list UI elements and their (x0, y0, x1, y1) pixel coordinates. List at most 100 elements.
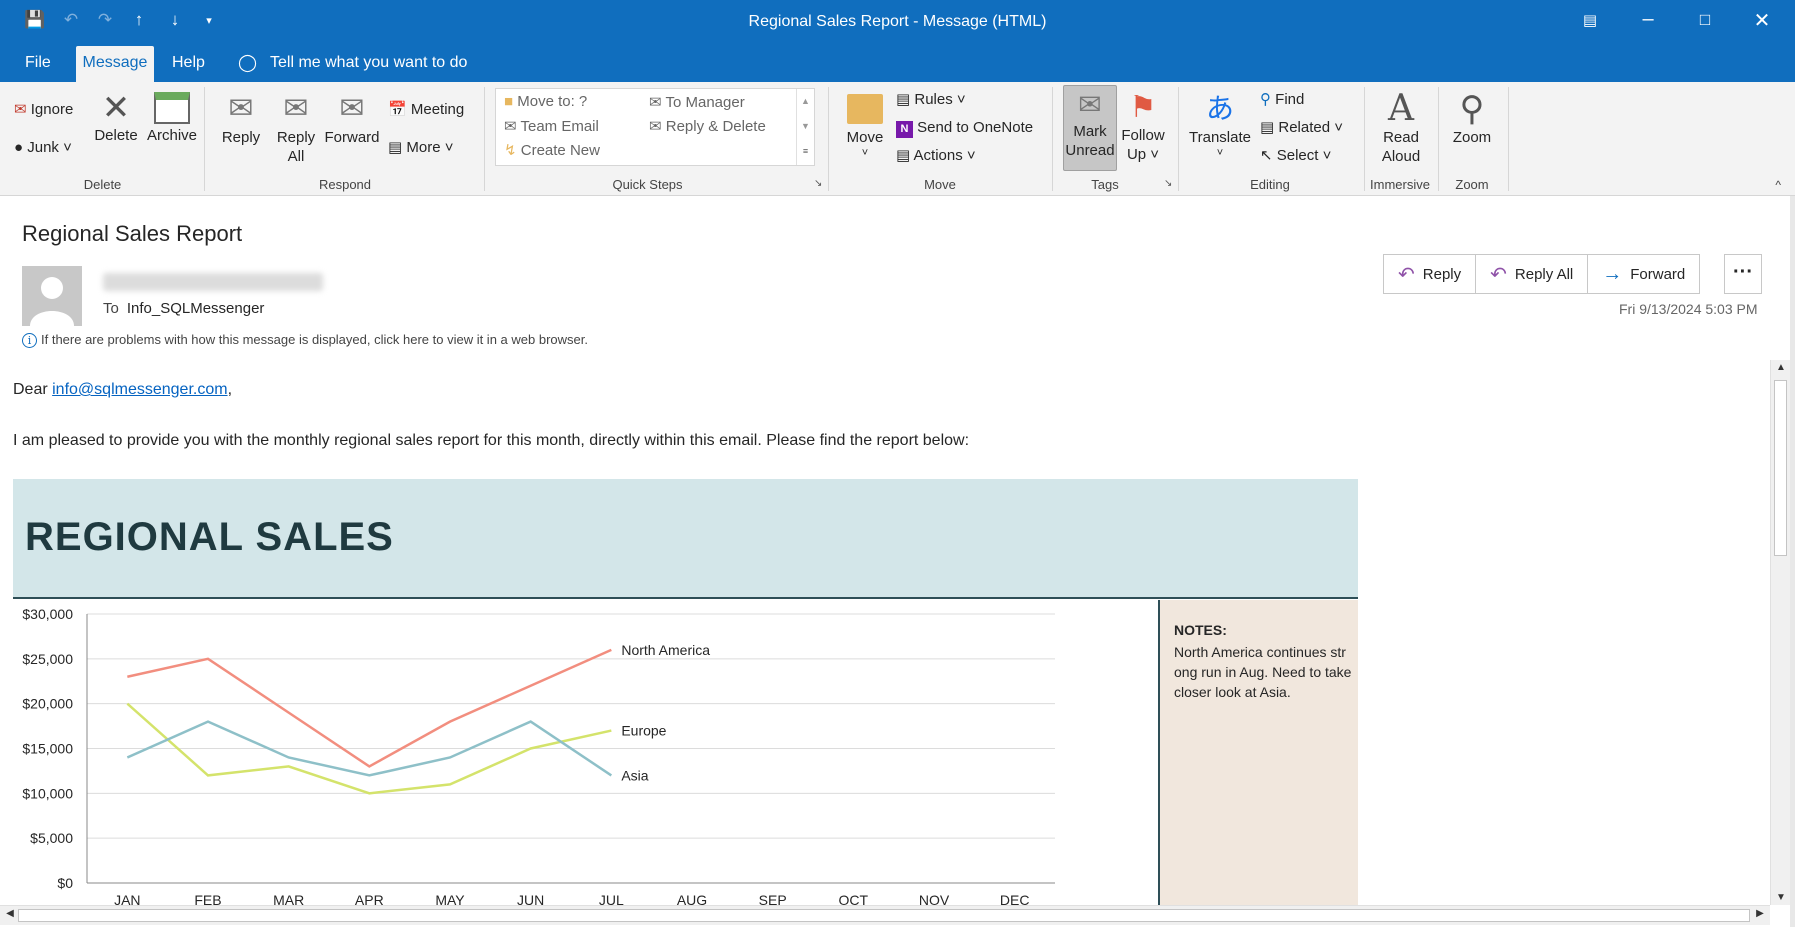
expand-gallery-icon[interactable]: ≡ (797, 139, 814, 163)
move-button[interactable]: Move ˅ (840, 90, 890, 159)
mark-unread-button[interactable]: ✉ Mark Unread (1063, 85, 1117, 171)
find-button[interactable]: ⚲ Find (1260, 90, 1304, 109)
x-tick-label: MAR (273, 892, 304, 905)
read-aloud-button[interactable]: A Read Aloud (1370, 90, 1432, 166)
meeting-button[interactable]: 📅 Meeting (388, 100, 464, 119)
y-tick-label: $30,000 (22, 606, 73, 622)
close-icon[interactable]: ✕ (1742, 8, 1782, 33)
zoom-icon: ⚲ (1459, 90, 1485, 128)
sent-date: Fri 9/13/2024 5:03 PM (1619, 301, 1758, 317)
forward-mail-icon: ✉ (649, 94, 662, 111)
window-edge (1790, 196, 1795, 927)
scroll-up-icon[interactable]: ▲ (797, 89, 814, 114)
email-link[interactable]: info@sqlmessenger.com (52, 381, 227, 398)
reply-arrow-icon: ↶ (1398, 263, 1415, 286)
quick-step-create-new[interactable]: ↯ Create New (504, 141, 600, 159)
tab-message[interactable]: Message (76, 46, 154, 82)
actions-button[interactable]: ▤ Actions ˅ (896, 146, 976, 165)
folder-icon: ■ (504, 93, 514, 110)
sales-chart: $0 $5,000 $10,000 $15,000 $20,000 $25,000 $30,… (13, 600, 1158, 908)
maximize-icon[interactable]: □ (1685, 10, 1725, 30)
reply-button[interactable]: ✉ Reply (216, 90, 266, 147)
vertical-scrollbar[interactable]: ▲ ▼ (1770, 360, 1790, 905)
sender-address-redacted (103, 273, 323, 291)
quick-step-reply-delete[interactable]: ✉ Reply & Delete (649, 117, 766, 135)
x-tick-label: DEC (1000, 892, 1030, 905)
onenote-icon: N (896, 121, 913, 138)
related-button[interactable]: ▤ Related ˅ (1260, 118, 1343, 137)
minimize-icon[interactable]: – (1628, 8, 1668, 31)
tell-me-search[interactable]: Tell me what you want to do (270, 54, 467, 72)
translate-button[interactable]: あ Translate ˅ (1186, 90, 1254, 159)
series-label: Asia (621, 767, 648, 783)
reply-all-button[interactable]: ✉ Reply All (270, 90, 322, 166)
horizontal-scroll-thumb[interactable] (18, 909, 1750, 922)
separator (484, 87, 485, 191)
tab-help[interactable]: Help (172, 54, 205, 72)
forward-button[interactable]: ✉ Forward (324, 90, 380, 147)
ignore-button[interactable]: ✉ Ignore (14, 100, 73, 119)
series-label: North America (621, 642, 710, 658)
separator (828, 87, 829, 191)
select-button[interactable]: ↖ Select ˅ (1260, 146, 1331, 165)
scroll-down-icon[interactable]: ▼ (797, 114, 814, 139)
lightning-icon: ↯ (504, 142, 517, 159)
collapse-ribbon-icon[interactable]: ^ (1775, 178, 1781, 192)
mark-unread-icon: ✉ (1078, 89, 1102, 120)
delete-button[interactable]: ✕ Delete (92, 90, 140, 145)
rules-button[interactable]: ▤ Rules ˅ (896, 90, 966, 109)
vertical-scroll-thumb[interactable] (1774, 380, 1787, 556)
title-bar: 💾 ↶ ↷ ↑ ↓ ▾ Regional Sales Report - Mess… (0, 0, 1795, 46)
notes-title: NOTES: (1174, 622, 1227, 638)
y-tick-label: $20,000 (22, 696, 73, 712)
avatar (22, 266, 82, 326)
follow-up-button[interactable]: ⚑ Follow Up ˅ (1118, 90, 1168, 164)
tab-file[interactable]: File (25, 54, 51, 72)
x-tick-label: MAY (435, 892, 465, 905)
dialog-launcher-icon[interactable]: ↘ (814, 178, 822, 189)
zoom-button[interactable]: ⚲ Zoom (1446, 90, 1498, 147)
delete-group-label: Delete (83, 177, 122, 192)
x-tick-label: SEP (759, 892, 787, 905)
reply-icon: ✉ (228, 92, 254, 125)
more-icon: ▤ (388, 139, 403, 156)
quick-step-team-email[interactable]: ✉ Team Email (504, 117, 599, 135)
y-tick-label: $25,000 (22, 651, 73, 667)
move-group-label: Move (924, 177, 956, 192)
ribbon-display-options-icon[interactable]: ▤ (1570, 11, 1610, 29)
quick-steps-scroll[interactable]: ▲ ▼ ≡ (796, 89, 814, 165)
more-respond-button[interactable]: ▤ More ˅ (388, 138, 453, 157)
quick-steps-gallery: ■ Move to: ? ✉ To Manager ✉ Team Email ✉… (495, 88, 815, 166)
send-to-onenote-button[interactable]: N Send to OneNote (896, 118, 1033, 138)
message-actions: ↶ Reply ↶ Reply All → Forward (1383, 254, 1701, 294)
cursor-icon: ↖ (1260, 147, 1273, 164)
ribbon: ✉ Ignore ● Junk ˅ ✕ Delete Archive Delet… (0, 82, 1795, 196)
reply-all-icon: ✉ (283, 92, 309, 125)
immersive-group-label: Immersive (1370, 177, 1430, 192)
scroll-right-icon[interactable]: ▶ (1752, 908, 1768, 919)
forward-action-button[interactable]: → Forward (1588, 255, 1699, 293)
scroll-up-icon[interactable]: ▲ (1771, 362, 1791, 373)
notes-panel: NOTES: North America continues str ong r… (1158, 600, 1358, 905)
info-icon: i (22, 333, 37, 348)
quick-step-move-to[interactable]: ■ Move to: ? (504, 93, 587, 110)
info-bar[interactable]: i If there are problems with how this mes… (22, 332, 588, 348)
reply-all-arrow-icon: ↶ (1490, 263, 1507, 286)
reply-all-action-button[interactable]: ↶ Reply All (1476, 255, 1589, 293)
junk-button[interactable]: ● Junk ˅ (14, 138, 72, 157)
reply-action-button[interactable]: ↶ Reply (1384, 255, 1477, 293)
dialog-launcher-icon[interactable]: ↘ (1164, 178, 1172, 189)
y-tick-label: $15,000 (22, 741, 73, 757)
separator (1178, 87, 1179, 191)
archive-button[interactable]: Archive (144, 90, 200, 145)
x-tick-label: OCT (839, 892, 869, 905)
recipient-name[interactable]: Info_SQLMessenger (127, 300, 265, 317)
scroll-left-icon[interactable]: ◀ (2, 908, 18, 919)
ignore-icon: ✉ (14, 101, 27, 118)
quick-step-to-manager[interactable]: ✉ To Manager (649, 93, 745, 111)
notes-text: North America continues str ong run in A… (1174, 644, 1352, 700)
horizontal-scrollbar[interactable]: ◀ ▶ (0, 905, 1770, 925)
scroll-down-icon[interactable]: ▼ (1771, 892, 1791, 903)
respond-group-label: Respond (318, 177, 372, 192)
more-actions-button[interactable]: ··· (1724, 254, 1762, 294)
